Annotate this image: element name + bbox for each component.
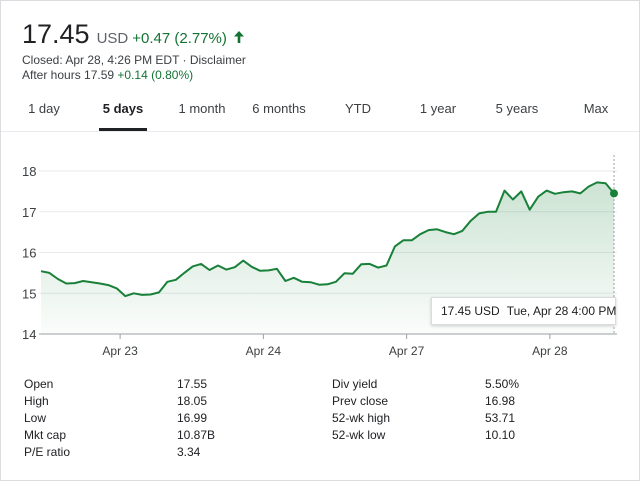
after-hours-price: After hours 17.59 <box>22 68 115 82</box>
y-tick-label: 14 <box>22 327 36 342</box>
price-tooltip: 17.45 USD Tue, Apr 28 4:00 PM <box>431 297 616 325</box>
stat-label-mkt-cap: Mkt cap <box>24 428 67 442</box>
stock-card: 17.45 USD +0.47 (2.77%) Closed: Apr 28, … <box>0 0 640 481</box>
stat-value-pe-ratio: 3.34 <box>177 445 201 459</box>
tab-6-months[interactable]: 6 months <box>252 101 305 116</box>
stat-value-mkt-cap: 10.87B <box>177 428 216 442</box>
y-tick-label: 18 <box>22 164 36 179</box>
y-tick-label: 16 <box>22 246 36 261</box>
price-row: 17.45 USD +0.47 (2.77%) <box>22 19 245 55</box>
stat-value-open: 17.55 <box>177 377 208 391</box>
stat-label-prev-close: Prev close <box>332 394 389 408</box>
price-chart[interactable]: 18 17 16 15 14 Apr 23 Apr 24 Apr 27 Apr 28 <box>1 151 640 366</box>
stat-value-52wk-high: 53.71 <box>485 411 516 425</box>
stat-label-pe-ratio: P/E ratio <box>24 445 71 459</box>
tab-ytd[interactable]: YTD <box>345 101 371 116</box>
active-tab-indicator <box>99 128 147 131</box>
tab-1-year[interactable]: 1 year <box>420 101 456 116</box>
last-point-marker <box>610 189 618 198</box>
current-price: 17.45 <box>22 19 90 49</box>
stat-value-52wk-low: 10.10 <box>485 428 516 442</box>
tab-1-day[interactable]: 1 day <box>28 101 60 116</box>
after-hours-change: +0.14 (0.80%) <box>117 68 194 82</box>
y-tick-label: 15 <box>22 286 36 301</box>
after-hours: After hours 17.59 +0.14 (0.80%) <box>22 68 193 82</box>
tooltip-date: Tue, Apr 28 4:00 PM <box>506 304 617 318</box>
stat-value-high: 18.05 <box>177 394 208 408</box>
stat-label-open: Open <box>24 377 54 391</box>
arrow-up-icon <box>233 30 245 44</box>
x-tick-label: Apr 28 <box>532 344 568 358</box>
market-status: Closed: Apr 28, 4:26 PM EDT · Disclaimer <box>22 53 246 67</box>
tab-5-years[interactable]: 5 years <box>496 101 539 116</box>
tooltip-price: 17.45 USD <box>441 304 500 318</box>
y-tick-label: 17 <box>22 205 36 220</box>
stat-label-52wk-low: 52-wk low <box>332 428 386 442</box>
tab-max[interactable]: Max <box>584 101 609 116</box>
stat-label-div-yield: Div yield <box>332 377 378 391</box>
stat-label-low: Low <box>24 411 47 425</box>
stat-label-52wk-high: 52-wk high <box>332 411 391 425</box>
x-tick-label: Apr 24 <box>246 344 282 358</box>
tab-5-days[interactable]: 5 days <box>103 101 143 116</box>
stat-value-div-yield: 5.50% <box>485 377 520 391</box>
range-tabs: 1 day 5 days 1 month 6 months YTD 1 year… <box>1 93 639 132</box>
stat-value-prev-close: 16.98 <box>485 394 516 408</box>
currency: USD <box>96 30 129 47</box>
stat-value-low: 16.99 <box>177 411 208 425</box>
stat-label-high: High <box>24 394 49 408</box>
x-tick-label: Apr 23 <box>102 344 138 358</box>
x-tick-label: Apr 27 <box>389 344 425 358</box>
price-change: +0.47 (2.77%) <box>132 30 227 47</box>
tab-1-month[interactable]: 1 month <box>179 101 226 116</box>
